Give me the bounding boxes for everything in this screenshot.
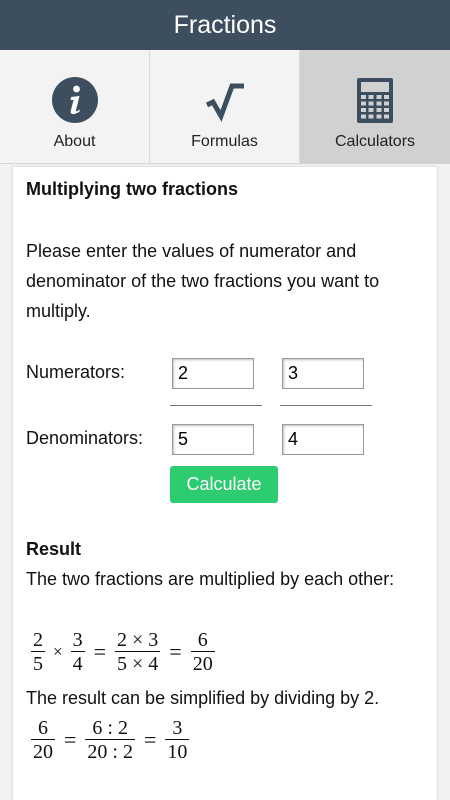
denominator-2-input[interactable] [282, 424, 364, 455]
square-root-icon [205, 83, 244, 122]
equals-sign: = [143, 727, 157, 752]
simplification-equation: 6 20 = 6 : 2 20 : 2 = 3 10 [28, 715, 192, 765]
tab-label-formulas: Formulas [191, 133, 258, 150]
app-title: Fractions [173, 10, 277, 39]
tab-label-calculators: Calculators [334, 133, 416, 150]
equals-sign: = [64, 727, 77, 752]
result-heading: Result [26, 539, 82, 559]
app-title-bar: Fractions [0, 0, 450, 50]
division-fraction: 6 : 2 20 : 2 [85, 717, 135, 763]
tab-about[interactable]: About [0, 50, 150, 164]
calculator-intro: Please enter the values of numerator and… [26, 241, 380, 321]
unsimplified-fraction: 6 20 [31, 717, 55, 763]
multiplication-equation: 2 5 × 3 4 = 2 × 3 5 × 4 = 6 20 [28, 627, 218, 677]
tab-label-about: About [53, 133, 96, 150]
calculator-title: Multiplying two fractions [26, 179, 238, 199]
fraction-bar-1 [170, 405, 262, 406]
numerators-label: Numerators: [26, 362, 126, 382]
info-icon [51, 77, 98, 123]
tab-calculators[interactable]: Calculators [300, 50, 450, 164]
numerator-2-input[interactable] [282, 358, 364, 389]
equals-sign: = [169, 639, 182, 664]
fraction-bar-2 [280, 405, 372, 406]
numerator-1-input[interactable] [172, 358, 254, 389]
result-text-multiply: The two fractions are multiplied by each… [26, 569, 395, 589]
fraction-1: 2 5 [31, 629, 45, 675]
times-sign: × [53, 642, 63, 661]
calculator-icon [357, 78, 393, 123]
result-fraction: 6 20 [190, 629, 215, 675]
tab-formulas[interactable]: Formulas [150, 50, 300, 164]
product-fraction: 2 × 3 5 × 4 [115, 629, 161, 675]
denominators-label: Denominators: [26, 428, 144, 448]
tab-bar: About Formulas Calculators [0, 50, 450, 164]
calculate-button[interactable]: Calculate [170, 466, 278, 503]
result-text-simplify: The result can be simplified by dividing… [26, 688, 380, 708]
simplified-fraction: 3 10 [165, 717, 190, 763]
denominator-1-input[interactable] [172, 424, 254, 455]
fraction-2: 3 4 [70, 629, 85, 675]
equals-sign: = [93, 639, 107, 664]
